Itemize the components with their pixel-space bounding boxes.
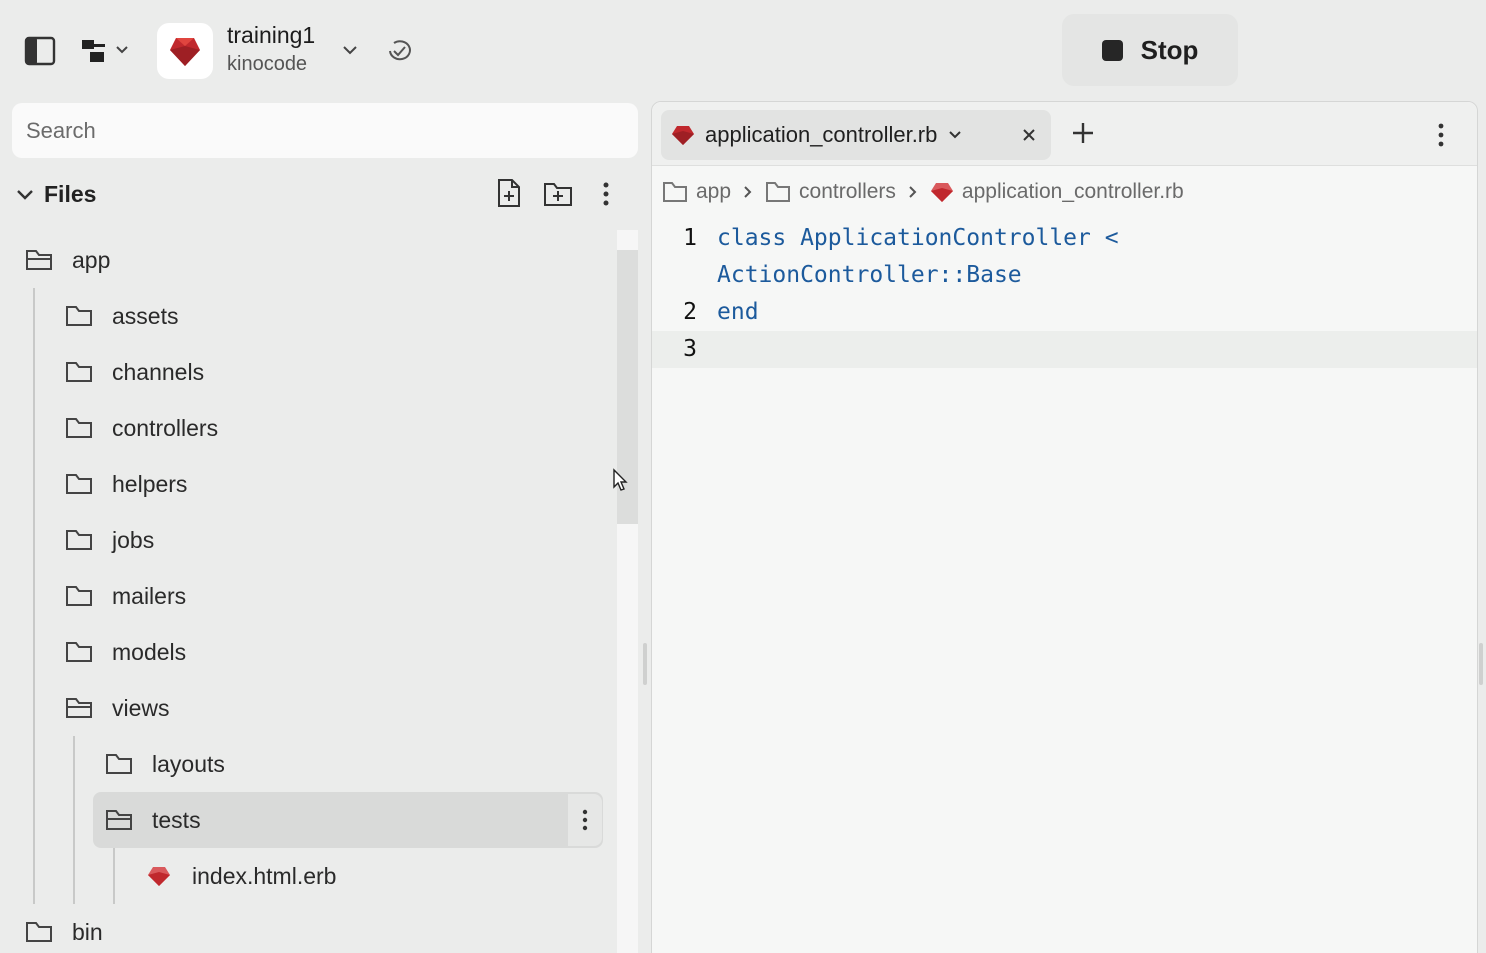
ruby-icon	[144, 863, 174, 889]
add-tab-icon[interactable]	[1070, 120, 1096, 146]
code-editor-panel: application_controller.rb app controller…	[651, 101, 1478, 953]
tree-item-folder[interactable]: tests	[104, 792, 201, 848]
tree-item-label: helpers	[112, 470, 188, 497]
tree-item-folder[interactable]: app	[24, 232, 110, 288]
tree-item-label: layouts	[152, 750, 225, 777]
folder-icon	[662, 180, 688, 204]
breadcrumb-app[interactable]: app	[696, 180, 731, 204]
line-number: 3	[683, 336, 697, 362]
row-menu-icon[interactable]	[568, 794, 602, 846]
folder-open-icon	[24, 247, 54, 273]
files-menu-icon[interactable]	[600, 180, 612, 208]
tree-guide	[113, 848, 115, 904]
ruby-icon	[930, 181, 954, 203]
folder-icon	[64, 303, 94, 329]
line-number: 1	[683, 225, 697, 251]
tree-item-file[interactable]: index.html.erb	[144, 848, 336, 904]
folder-icon	[765, 180, 791, 204]
tree-item-label: controllers	[112, 414, 219, 441]
folder-icon	[24, 919, 54, 945]
workspace-layout-icon[interactable]	[80, 36, 134, 66]
code-text: class ApplicationController <	[717, 225, 1119, 251]
chevron-down-icon[interactable]	[947, 127, 963, 143]
tree-item-label: models	[112, 638, 187, 665]
code-line: 1 class ApplicationController <	[652, 220, 1477, 257]
files-header: Files	[14, 170, 638, 218]
tab-application-controller[interactable]: application_controller.rb	[661, 110, 1051, 160]
breadcrumb-controllers[interactable]: controllers	[799, 180, 896, 204]
tree-item-folder[interactable]: channels	[64, 344, 204, 400]
files-title[interactable]: Files	[44, 181, 96, 208]
code-line: 2 end	[652, 294, 1477, 331]
tree-item-label: assets	[112, 302, 179, 329]
tree-item-folder[interactable]: controllers	[64, 400, 218, 456]
chevron-right-icon	[741, 184, 755, 200]
tree-guide	[73, 736, 75, 904]
chevron-down-icon[interactable]	[14, 183, 36, 205]
editor-tab-bar: application_controller.rb	[652, 102, 1477, 166]
tree-item-label: tests	[152, 806, 201, 833]
new-file-icon[interactable]	[496, 178, 522, 208]
breadcrumb-file[interactable]: application_controller.rb	[962, 180, 1184, 204]
new-folder-icon[interactable]	[543, 180, 573, 208]
search-placeholder: Search	[26, 117, 96, 143]
folder-icon	[64, 415, 94, 441]
mouse-cursor-icon	[612, 468, 628, 497]
tree-item-label: mailers	[112, 582, 187, 609]
code-text: ActionController::Base	[717, 262, 1022, 288]
tree-item-label: jobs	[112, 526, 155, 553]
folder-icon	[64, 583, 94, 609]
folder-icon	[64, 527, 94, 553]
tree-item-folder[interactable]: assets	[64, 288, 178, 344]
line-number	[652, 257, 707, 294]
repl-language-logo[interactable]	[157, 23, 213, 79]
top-bar: training1 kinocode Stop	[0, 0, 1486, 100]
tree-guide	[33, 288, 35, 904]
tree-item-label: bin	[72, 918, 103, 945]
tree-item-label: app	[72, 246, 111, 273]
stop-button-label: Stop	[1140, 34, 1199, 65]
checkpoint-icon[interactable]	[384, 37, 414, 65]
chevron-down-icon[interactable]	[340, 40, 360, 60]
tree-item-label: index.html.erb	[192, 862, 337, 889]
tree-item-label: views	[112, 694, 170, 721]
editor-menu-icon[interactable]	[1436, 122, 1446, 148]
folder-icon	[64, 359, 94, 385]
ruby-icon	[671, 124, 695, 146]
sidebar-toggle-icon[interactable]	[24, 36, 56, 66]
tree-item-folder[interactable]: bin	[24, 904, 103, 953]
tab-label: application_controller.rb	[705, 122, 938, 147]
line-number: 2	[683, 299, 697, 325]
tree-item-folder[interactable]: views	[64, 680, 170, 736]
stop-icon	[1101, 39, 1123, 61]
folder-open-icon	[104, 807, 134, 833]
repl-owner[interactable]: kinocode	[227, 53, 307, 76]
close-icon[interactable]	[1017, 123, 1041, 147]
stop-button[interactable]: Stop	[1062, 14, 1238, 86]
panel-resize-handle[interactable]	[643, 643, 647, 685]
tree-item-folder[interactable]: layouts	[104, 736, 225, 792]
panel-resize-handle[interactable]	[1479, 643, 1483, 685]
folder-icon	[104, 751, 134, 777]
code-area[interactable]: 1 class ApplicationController < ActionCo…	[652, 220, 1477, 368]
code-text: end	[717, 299, 759, 325]
tree-item-folder[interactable]: models	[64, 624, 186, 680]
folder-open-icon	[64, 695, 94, 721]
tree-item-folder[interactable]: jobs	[64, 512, 154, 568]
code-line-current: 3	[652, 331, 1477, 368]
repl-name[interactable]: training1	[227, 22, 315, 49]
code-line-wrap: ActionController::Base	[652, 257, 1477, 294]
folder-icon	[64, 639, 94, 665]
tree-item-label: channels	[112, 358, 205, 385]
folder-icon	[64, 471, 94, 497]
search-input[interactable]: Search	[12, 103, 638, 158]
breadcrumb: app controllers application_controller.r…	[662, 176, 1184, 208]
tree-item-folder[interactable]: helpers	[64, 456, 187, 512]
chevron-right-icon	[906, 184, 920, 200]
tree-item-folder[interactable]: mailers	[64, 568, 186, 624]
